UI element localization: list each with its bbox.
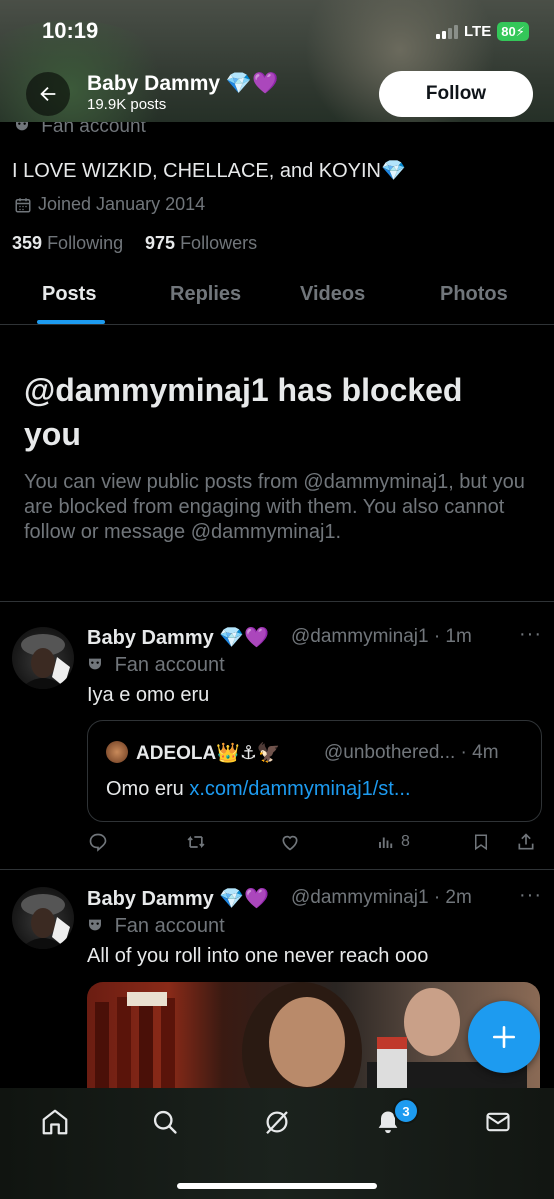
blocked-title: @dammyminaj1 has blocked you — [24, 372, 463, 452]
blocked-description: You can view public posts from @dammymin… — [24, 471, 525, 543]
status-indicators: LTE 80⚡ — [436, 22, 529, 41]
quote-text: Omo eru x.com/dammyminaj1/st... — [106, 778, 411, 800]
tab-photos[interactable]: Photos — [440, 283, 508, 306]
views-icon — [379, 837, 393, 848]
post-fan-label: Fan account — [87, 654, 225, 677]
status-time: 10:19 — [42, 18, 99, 43]
nav-search[interactable] — [145, 1102, 185, 1142]
nav-grok[interactable] — [257, 1102, 297, 1142]
post-author-name[interactable]: Baby Dammy 💎💜 — [87, 886, 269, 911]
mask-icon — [89, 919, 101, 931]
home-icon — [42, 1109, 68, 1135]
share-icon — [518, 833, 534, 850]
views-count: 8 — [401, 833, 410, 850]
mail-icon — [486, 1112, 510, 1132]
tabs-divider — [0, 324, 554, 325]
post-more-button[interactable]: ··· — [519, 623, 542, 646]
header-post-count: 19.9K posts — [87, 96, 167, 113]
calendar-icon — [15, 197, 31, 212]
like-button[interactable] — [280, 832, 300, 852]
signal-icon — [436, 24, 458, 39]
post-text: All of you roll into one never reach ooo — [87, 945, 429, 967]
profile-header: 10:19 LTE 80⚡ Baby Dammy 💎💜 19.9K posts … — [0, 0, 554, 122]
plus-icon — [492, 1025, 516, 1049]
post-fan-label: Fan account — [87, 915, 225, 938]
quote-handle-time: @unbothered... · 4m — [324, 742, 499, 763]
compose-post-button[interactable] — [468, 1001, 540, 1073]
home-indicator — [177, 1183, 377, 1189]
retweet-button[interactable] — [185, 832, 207, 852]
reply-button[interactable] — [88, 832, 108, 852]
quote-author-name: ADEOLA👑⚓🦅 — [136, 743, 281, 764]
bottom-navigation: 3 — [0, 1088, 554, 1199]
profile-bio: I LOVE WIZKID, CHELLACE, and KOYIN💎 — [12, 160, 406, 182]
nav-messages[interactable] — [478, 1102, 518, 1142]
mask-icon — [89, 658, 101, 670]
reply-icon — [89, 833, 107, 852]
quote-link[interactable]: x.com/dammyminaj1/st... — [189, 778, 410, 800]
like-icon — [282, 835, 298, 851]
notification-badge: 3 — [393, 1098, 419, 1124]
post-divider — [0, 869, 554, 870]
search-icon — [153, 1110, 177, 1134]
grok-icon — [266, 1111, 288, 1135]
followers-link[interactable]: 975 Followers — [145, 233, 257, 254]
retweet-icon — [187, 835, 205, 849]
follow-button[interactable]: Follow — [379, 71, 533, 117]
network-type: LTE — [464, 23, 492, 40]
avatar[interactable] — [12, 887, 74, 949]
tab-videos[interactable]: Videos — [300, 283, 365, 306]
following-link[interactable]: 359 Following — [12, 233, 123, 254]
nav-home[interactable] — [35, 1102, 75, 1142]
section-divider — [0, 601, 554, 602]
joined-date: Joined January 2014 — [14, 194, 205, 215]
post-text: Iya e omo eru — [87, 684, 210, 706]
post-handle-time[interactable]: @dammyminaj1 · 2m — [291, 887, 472, 909]
post-handle-time[interactable]: @dammyminaj1 · 1m — [291, 626, 472, 648]
bookmark-button[interactable] — [472, 832, 490, 852]
avatar[interactable] — [12, 627, 74, 689]
back-arrow-icon — [40, 86, 56, 102]
share-button[interactable] — [516, 832, 536, 852]
post-author-name[interactable]: Baby Dammy 💎💜 — [87, 625, 269, 650]
tab-posts[interactable]: Posts — [42, 283, 96, 306]
quote-avatar — [106, 741, 128, 763]
quoted-post[interactable]: ADEOLA👑⚓🦅 @unbothered... · 4m Omo eru x.… — [87, 720, 542, 822]
bookmark-icon — [475, 834, 487, 851]
battery-icon: 80⚡ — [497, 22, 529, 41]
post-more-button[interactable]: ··· — [519, 884, 542, 907]
tab-replies[interactable]: Replies — [170, 283, 241, 306]
views-button[interactable]: 8 — [377, 832, 410, 852]
back-button[interactable] — [26, 72, 70, 116]
header-name: Baby Dammy 💎💜 — [87, 72, 279, 95]
